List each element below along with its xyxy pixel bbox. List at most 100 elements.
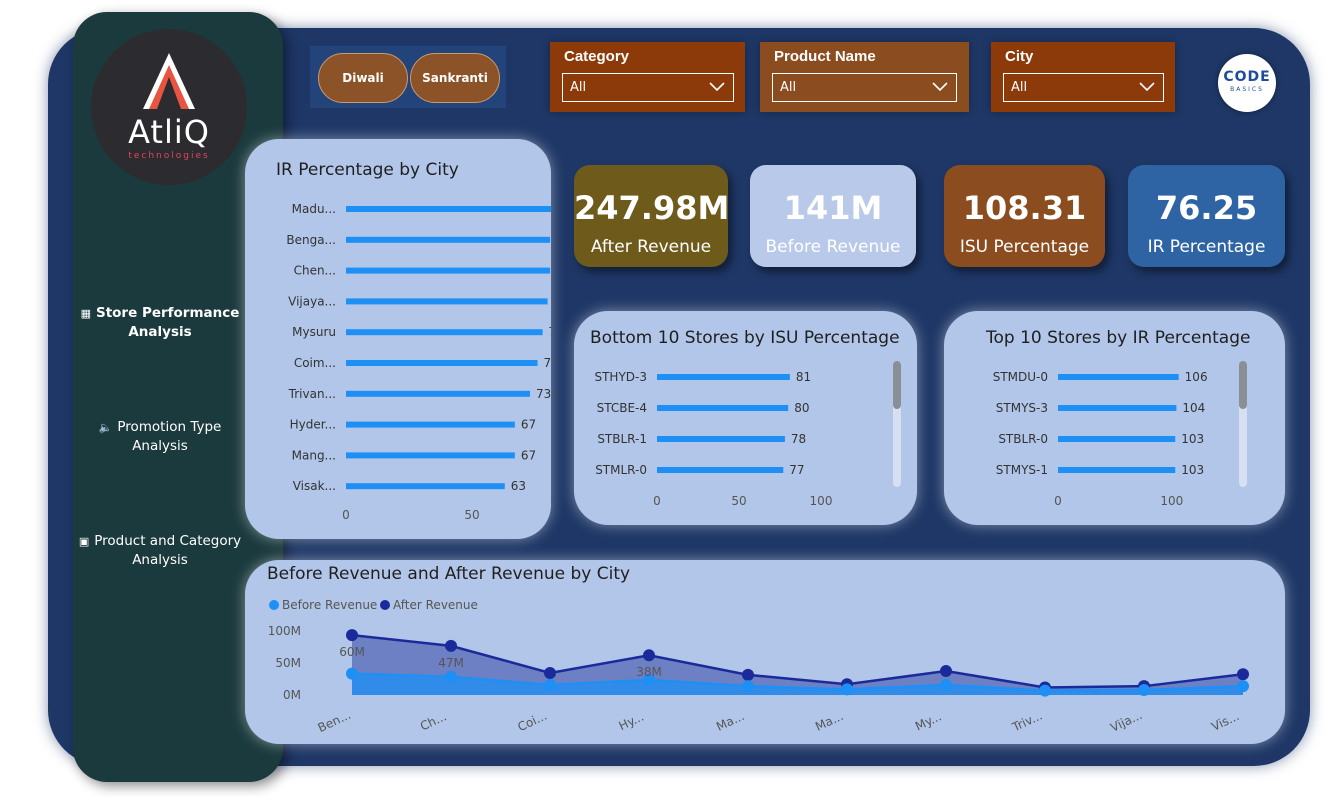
bottom-stores-card: Bottom 10 Stores by ISU Percentage STHYD…	[574, 311, 917, 525]
point-before-revenue	[544, 678, 556, 691]
x-tick-label: My...	[913, 709, 944, 733]
bar	[346, 360, 538, 366]
data-label: 60M	[339, 645, 365, 659]
bar-category-label: STMLR-0	[595, 463, 647, 477]
bar-category-label: Chen...	[294, 264, 336, 278]
bar	[657, 405, 789, 411]
category-label: Category	[564, 48, 630, 65]
data-label: 38M	[636, 665, 662, 679]
bar-value-label: 103	[1181, 463, 1204, 477]
x-tick-label: 100	[1160, 494, 1183, 508]
bar-value-label: 78	[549, 325, 551, 339]
bar-category-label: STMYS-3	[996, 401, 1048, 415]
bar	[346, 206, 551, 212]
x-tick-label: 50	[731, 494, 746, 508]
scrollbar-thumb[interactable]	[1239, 361, 1247, 409]
category-value: All	[570, 80, 587, 95]
bar-value-label: 67	[521, 448, 536, 462]
kpi-after-revenue: 247.98M After Revenue	[574, 165, 730, 267]
kpi-label: Before Revenue	[765, 237, 901, 257]
x-tick-label: Ma...	[714, 709, 746, 734]
kpi-before-revenue: 141M Before Revenue	[750, 165, 916, 267]
bar-value-label: 76	[544, 356, 551, 370]
codebasics-logo: CODE BASICS	[1218, 54, 1276, 112]
category-dropdown[interactable]: All	[562, 73, 734, 102]
promo-sankranti-button[interactable]: Sankranti	[410, 53, 500, 103]
point-after-revenue	[445, 639, 457, 652]
bar	[1058, 467, 1176, 473]
bar-category-label: STCBE-4	[597, 401, 647, 415]
bar-value-label: 106	[1185, 370, 1208, 384]
product-dropdown[interactable]: All	[772, 73, 957, 102]
nav-store-performance[interactable]: ▦ Store Performance Analysis	[78, 304, 242, 342]
kpi-value: 76.25	[1155, 189, 1258, 227]
speaker-icon: 🔈	[98, 421, 113, 434]
point-after-revenue	[346, 629, 358, 642]
nav-label: Store Performance Analysis	[95, 305, 240, 340]
nav-promotion-type[interactable]: 🔈 Promotion Type Analysis	[78, 418, 242, 456]
bar-value-label: 78	[791, 432, 806, 446]
bar-value-label: 77	[789, 463, 804, 477]
kpi-label: IR Percentage	[1147, 237, 1266, 257]
kpi-label: ISU Percentage	[959, 237, 1090, 257]
bar	[1058, 436, 1176, 442]
bar	[346, 483, 505, 490]
brand-logo: AtliQ technologies	[91, 29, 247, 185]
point-after-revenue	[940, 665, 952, 678]
product-label: Product Name	[774, 48, 876, 65]
bar	[657, 467, 784, 473]
ir-by-city-card: IR Percentage by City Madu...87Benga...8…	[245, 139, 551, 539]
bar-category-label: STBLR-0	[998, 432, 1048, 446]
x-tick-label: Coi...	[516, 709, 550, 735]
city-dropdown[interactable]: All	[1003, 73, 1164, 102]
bar-value-label: 81	[796, 370, 811, 384]
bar	[1058, 374, 1179, 380]
bar-category-label: Trivan...	[288, 387, 336, 401]
promo-diwali-button[interactable]: Diwali	[318, 53, 408, 103]
y-tick-label: 0M	[283, 688, 301, 702]
atliq-logo-icon	[143, 53, 195, 109]
chevron-down-icon	[1139, 82, 1155, 92]
revenue-by-city-card: Before Revenue and After Revenue by City…	[245, 560, 1285, 744]
y-tick-label: 100M	[268, 624, 301, 638]
kpi-value: 141M	[783, 189, 883, 227]
bar-category-label: Mysuru	[292, 325, 336, 339]
bar-category-label: STBLR-1	[597, 432, 647, 446]
x-tick-label: 0	[1054, 494, 1062, 508]
bar-category-label: STMYS-1	[996, 463, 1048, 477]
legend-label: Before Revenue	[282, 598, 377, 612]
scrollbar[interactable]	[1239, 361, 1247, 487]
point-before-revenue	[1039, 684, 1051, 697]
x-tick-label: Ma...	[813, 709, 845, 734]
revenue-by-city-chart: Before Revenue After Revenue 100M 50M 0M 60M 4…	[268, 598, 1249, 735]
kpi-isu-percentage: 108.31 ISU Percentage	[944, 165, 1105, 267]
city-slicer: City All	[991, 42, 1175, 112]
chevron-down-icon	[932, 82, 948, 92]
brand-subtitle: technologies	[128, 151, 210, 161]
bar-value-label: 103	[1181, 432, 1204, 446]
kpi-value: 108.31	[962, 189, 1087, 227]
bottom-stores-chart: STHYD-3 81 STCBE-4 80 STBLR-1 78 STMLR-0 77 0 50 1…	[594, 370, 832, 508]
point-before-revenue	[346, 667, 358, 680]
kpi-value: 247.98M	[574, 189, 730, 227]
city-value: All	[1011, 80, 1028, 95]
bar-category-label: STMDU-0	[993, 370, 1048, 384]
bar-category-label: Coim...	[294, 356, 336, 370]
point-after-revenue	[1237, 668, 1249, 681]
nav-product-category[interactable]: ▣ Product and Category Analysis	[78, 532, 242, 570]
bar-category-label: Vijaya...	[288, 294, 336, 308]
bar	[657, 436, 785, 442]
point-before-revenue	[742, 680, 754, 693]
scrollbar-thumb[interactable]	[893, 361, 901, 409]
x-tick-label: 0	[342, 508, 350, 522]
city-label: City	[1005, 48, 1034, 65]
bar-category-label: Mang...	[292, 448, 336, 462]
y-tick-label: 50M	[275, 656, 301, 670]
bar-value-label: 67	[521, 418, 536, 432]
legend-marker	[269, 600, 279, 610]
scrollbar[interactable]	[893, 361, 901, 487]
bar	[657, 374, 790, 380]
chevron-down-icon	[709, 82, 725, 92]
bar-category-label: Madu...	[292, 202, 336, 216]
bar	[346, 236, 551, 243]
